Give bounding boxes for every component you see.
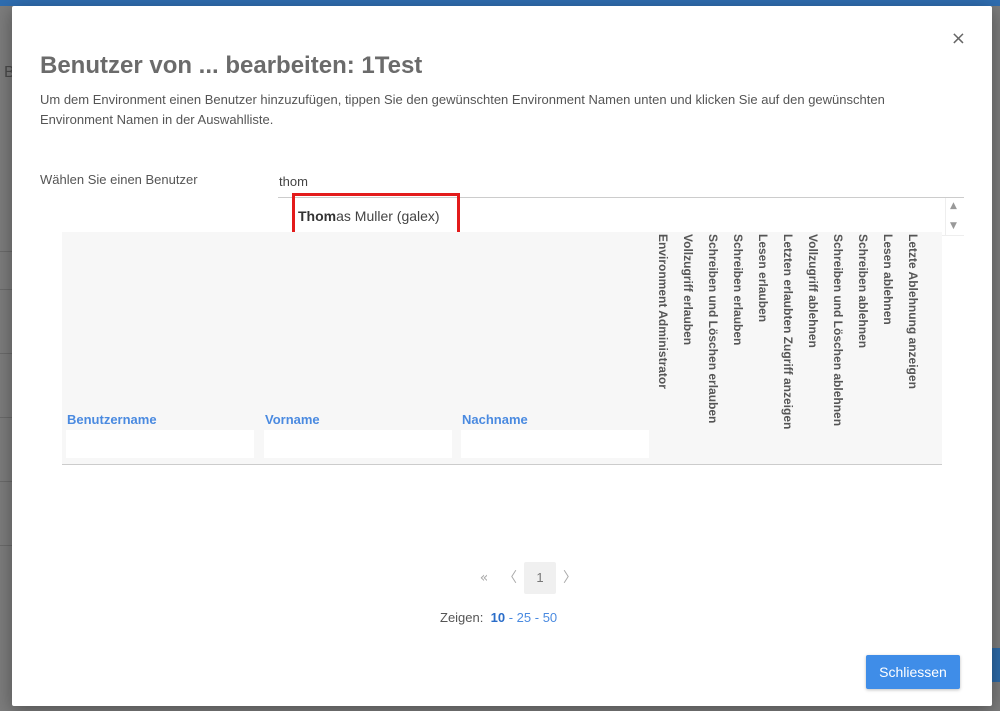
column-title: Schreiben ablehnen [856, 234, 870, 349]
modal-title: Benutzer von ... bearbeiten: 1Test [40, 52, 423, 79]
page-number-button[interactable]: 1 [524, 562, 556, 594]
modal-description: Um dem Environment einen Benutzer hinzuz… [40, 92, 885, 127]
column-environment-admin: Environment Administrator [652, 234, 677, 458]
page-size-label: Zeigen: [440, 610, 484, 625]
column-deny-write-delete: Schreiben und Löschen ablehnen [827, 234, 852, 458]
lastname-filter-input[interactable] [461, 430, 649, 458]
column-allow-write-delete: Schreiben und Löschen erlauben [702, 234, 727, 458]
column-show-last-allowed: Letzten erlaubten Zugriff anzeigen [777, 234, 802, 458]
column-title-lastname: Nachname [462, 412, 528, 427]
page-size-option-10[interactable]: 10 [491, 610, 505, 625]
column-title: Vollzugriff erlauben [681, 234, 695, 346]
edit-users-modal: × Benutzer von ... bearbeiten: 1Test Um … [12, 6, 992, 706]
user-select-label: Wählen Sie einen Benutzer [40, 172, 198, 187]
column-deny-full-access: Vollzugriff ablehnen [802, 234, 827, 458]
background-divider [0, 481, 12, 482]
column-deny-read: Lesen ablehnen [877, 234, 902, 458]
page-size-selector: Zeigen: 10 - 25 - 50 [440, 610, 558, 625]
column-title: Schreiben und Löschen ablehnen [831, 234, 845, 427]
background-divider [0, 353, 12, 354]
column-allow-read: Lesen erlauben [752, 234, 777, 458]
scroll-up-icon[interactable]: ▲ [950, 201, 957, 211]
background-divider [0, 289, 12, 290]
background-divider [0, 417, 12, 418]
column-title: Schreiben und Löschen erlauben [706, 234, 720, 424]
close-button[interactable]: Schliessen [866, 655, 960, 689]
page-size-option-50[interactable]: 50 [543, 610, 557, 625]
scroll-down-icon[interactable]: ▼ [950, 221, 957, 231]
username-filter-input[interactable] [66, 430, 254, 458]
column-title-firstname: Vorname [265, 412, 320, 427]
column-title: Lesen ablehnen [881, 234, 895, 325]
page-size-option-25[interactable]: 25 [517, 610, 531, 625]
column-allow-full-access: Vollzugriff erlauben [677, 234, 702, 458]
background-divider [0, 545, 12, 546]
column-title: Letzten erlaubten Zugriff anzeigen [781, 234, 795, 430]
first-page-icon[interactable]: « [472, 562, 496, 594]
column-title: Lesen erlauben [756, 234, 770, 323]
column-allow-write: Schreiben erlauben [727, 234, 752, 458]
background-divider [0, 251, 12, 252]
column-show-last-denied: Letzte Ablehnung anzeigen [902, 234, 927, 458]
column-deny-write: Schreiben ablehnen [852, 234, 877, 458]
column-title-username: Benutzername [67, 412, 157, 427]
close-icon[interactable]: × [951, 30, 966, 48]
column-title: Environment Administrator [656, 234, 670, 389]
column-title: Vollzugriff ablehnen [806, 234, 820, 348]
next-page-icon[interactable]: 〉 [558, 562, 582, 594]
autocomplete-scrollbar[interactable]: ▲ ▼ [945, 198, 963, 236]
firstname-filter-input[interactable] [264, 430, 452, 458]
permissions-table-header: Benutzername Vorname Nachname Environmen… [62, 232, 942, 465]
column-title: Letzte Ablehnung anzeigen [906, 234, 920, 389]
previous-page-icon[interactable]: 〈 [498, 562, 522, 594]
column-title: Schreiben erlauben [731, 234, 745, 346]
